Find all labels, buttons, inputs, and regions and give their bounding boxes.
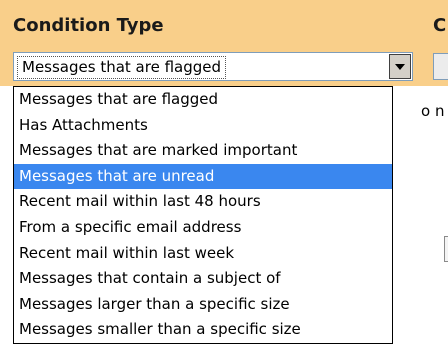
condition-type-heading: Condition Type: [13, 15, 164, 36]
option-from-email-address[interactable]: From a specific email address: [14, 215, 392, 241]
condition-type-selected-value: Messages that are flagged: [17, 56, 227, 79]
option-smaller-than-size[interactable]: Messages smaller than a specific size: [14, 317, 392, 343]
chevron-down-icon: [395, 63, 405, 70]
background-partial-control[interactable]: [444, 236, 448, 262]
page-background: [426, 86, 448, 347]
option-unread[interactable]: Messages that are unread: [14, 163, 392, 190]
option-recent-last-week[interactable]: Recent mail within last week: [14, 241, 392, 267]
second-column-heading: C: [433, 15, 447, 36]
condition-type-select[interactable]: Messages that are flagged: [13, 52, 413, 81]
second-column-select[interactable]: [433, 53, 448, 80]
option-recent-48-hours[interactable]: Recent mail within last 48 hours: [14, 189, 392, 215]
option-has-attachments[interactable]: Has Attachments: [14, 113, 392, 139]
dropdown-arrow-button[interactable]: [389, 54, 411, 79]
option-marked-important[interactable]: Messages that are marked important: [14, 138, 392, 164]
option-larger-than-size[interactable]: Messages larger than a specific size: [14, 292, 392, 318]
option-messages-flagged[interactable]: Messages that are flagged: [14, 87, 392, 113]
option-contains-subject[interactable]: Messages that contain a subject of: [14, 266, 392, 292]
condition-type-options-list[interactable]: Messages that are flagged Has Attachment…: [13, 86, 393, 344]
background-partial-text: o n: [421, 102, 445, 120]
